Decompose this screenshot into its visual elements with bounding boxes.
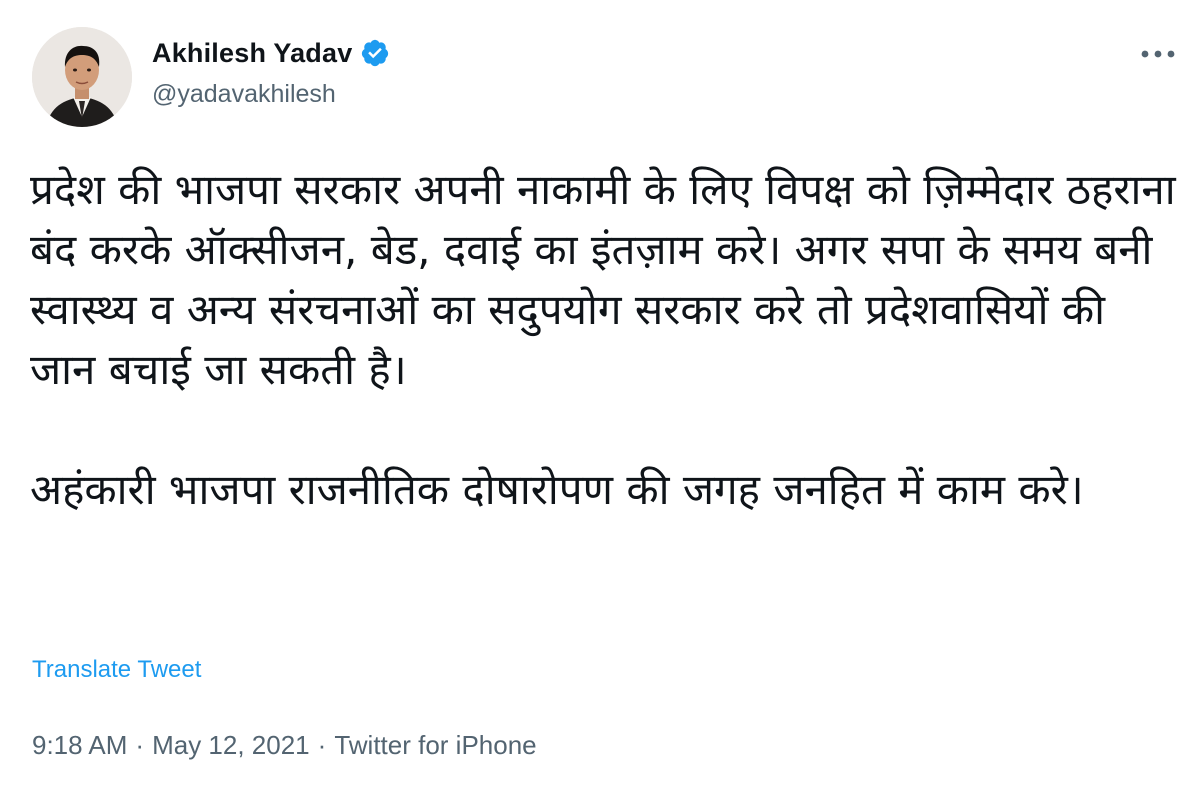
tweet-text: प्रदेश की भाजपा सरकार अपनी नाकामी के लिए… bbox=[30, 160, 1180, 520]
avatar-photo-icon bbox=[32, 27, 132, 127]
tweet-paragraph: अहंकारी भाजपा राजनीतिक दोषारोपण की जगह ज… bbox=[30, 465, 1084, 514]
meta-separator: · bbox=[135, 730, 145, 760]
tweet-source[interactable]: Twitter for iPhone bbox=[334, 730, 536, 761]
tweet-time[interactable]: 9:18 AM bbox=[32, 730, 127, 761]
tweet-paragraph: प्रदेश की भाजपा सरकार अपनी नाकामी के लिए… bbox=[30, 165, 1189, 394]
meta-separator: · bbox=[317, 730, 327, 760]
verified-badge-icon bbox=[362, 39, 389, 67]
author-name-row[interactable]: Akhilesh Yadav bbox=[152, 36, 390, 70]
more-options-icon[interactable] bbox=[1136, 40, 1180, 68]
tweet-metadata: 9:18 AM · May 12, 2021 · Twitter for iPh… bbox=[32, 730, 537, 761]
author-display-name[interactable]: Akhilesh Yadav bbox=[152, 38, 352, 69]
author-avatar[interactable] bbox=[32, 27, 132, 127]
tweet-card: Akhilesh Yadav @yadavakhilesh प्रदेश की … bbox=[0, 0, 1200, 800]
author-handle[interactable]: @yadavakhilesh bbox=[152, 80, 336, 109]
translate-tweet-link[interactable]: Translate Tweet bbox=[32, 656, 201, 684]
tweet-date[interactable]: May 12, 2021 bbox=[152, 730, 310, 761]
